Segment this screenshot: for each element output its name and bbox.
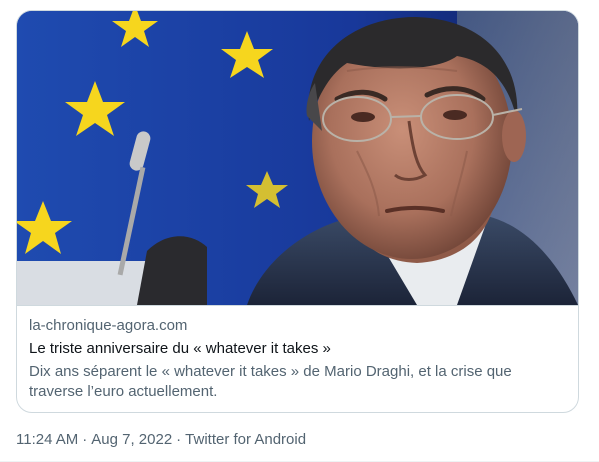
- tweet-source-label: Twitter for Android: [185, 431, 307, 448]
- card-title: Le triste anniversaire du « whatever it …: [29, 340, 331, 357]
- tweet-metadata: 11:24 AM · Aug 7, 2022 · Twitter for Android: [16, 430, 306, 450]
- card-domain: la-chronique-agora.com: [29, 317, 188, 334]
- card-description: Dix ans séparent le « whatever it takes …: [29, 363, 512, 400]
- card-image[interactable]: [17, 11, 578, 305]
- tweet-date-link[interactable]: Aug 7, 2022: [91, 431, 172, 448]
- separator-dot: ·: [176, 431, 182, 448]
- tweet-time-link[interactable]: 11:24 AM: [16, 431, 78, 448]
- separator-dot: ·: [82, 431, 88, 448]
- card-text-area[interactable]: la-chronique-agora.com Le triste anniver…: [17, 305, 578, 412]
- link-preview-card[interactable]: la-chronique-agora.com Le triste anniver…: [16, 10, 579, 413]
- photo-illustration: [17, 11, 578, 305]
